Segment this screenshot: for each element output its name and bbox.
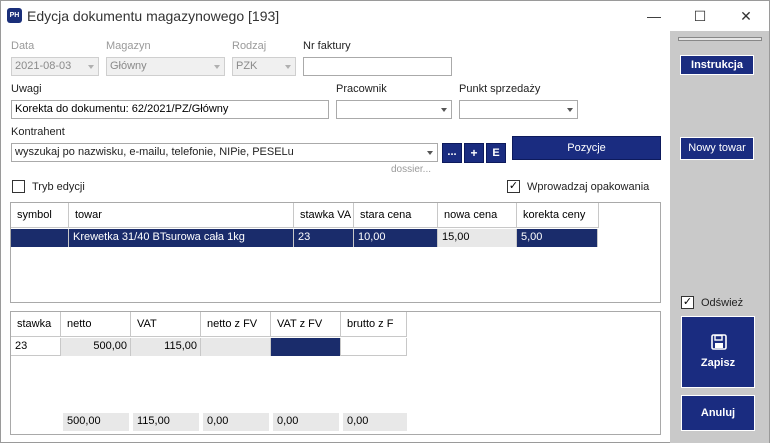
table-row[interactable]: Krewetka 31/40 BTsurowa cała 1kg 23 10,0…	[11, 229, 598, 247]
col-header-nowa-cena[interactable]: nowa cena	[438, 203, 517, 228]
col-header-symbol[interactable]: symbol	[11, 203, 69, 228]
col-header-stara-cena[interactable]: stara cena	[354, 203, 438, 228]
rodzaj-value: PZK	[236, 60, 258, 72]
magazyn-select[interactable]: Główny	[106, 57, 225, 76]
cell-vat-z-fv[interactable]	[271, 338, 341, 356]
pracownik-select[interactable]	[336, 100, 452, 119]
instrukcja-button[interactable]: Instrukcja	[680, 55, 754, 75]
chevron-down-icon	[88, 65, 94, 69]
chevron-down-icon	[214, 65, 220, 69]
kontrahent-search-input[interactable]: wyszukaj po nazwisku, e-mailu, telefonie…	[11, 143, 438, 162]
total-vat-z-fv: 0,00	[273, 413, 339, 431]
app-logo-icon: PH	[7, 8, 22, 23]
rodzaj-select[interactable]: PZK	[232, 57, 296, 76]
cell-symbol	[11, 229, 69, 247]
kontrahent-edit-button[interactable]: E	[486, 143, 506, 163]
wprowadzaj-opakowania-checkbox[interactable]: ✓	[507, 180, 520, 193]
total-netto: 500,00	[63, 413, 129, 431]
data-select[interactable]: 2021-08-03	[11, 57, 99, 76]
dossier-link[interactable]: dossier...	[391, 164, 431, 175]
col-header-netto-z-fv[interactable]: netto z FV	[201, 312, 271, 337]
cell-stara-cena: 10,00	[354, 229, 438, 247]
minimize-button[interactable]: —	[631, 1, 677, 31]
odswiez-checkbox[interactable]: ✓	[681, 296, 694, 309]
magazyn-label: Magazyn	[106, 40, 151, 52]
cell-nowa-cena[interactable]: 15,00	[438, 229, 517, 247]
chevron-down-icon	[441, 108, 447, 112]
tryb-edycji-checkbox[interactable]	[12, 180, 25, 193]
data-value: 2021-08-03	[15, 60, 72, 72]
tryb-edycji-label: Tryb edycji	[32, 181, 85, 193]
nowy-towar-button[interactable]: Nowy towar	[680, 137, 754, 160]
kontrahent-placeholder: wyszukaj po nazwisku, e-mailu, telefonie…	[15, 146, 294, 158]
totals-row: 500,00 115,00 0,00 0,00 0,00	[11, 413, 407, 431]
zapisz-label: Zapisz	[700, 357, 736, 369]
col-header-brutto-z-fv[interactable]: brutto z F	[341, 312, 407, 337]
panel-scrollbar[interactable]	[678, 37, 762, 41]
document-edit-window: PH Edycja dokumentu magazynowego [193] —…	[0, 0, 770, 443]
cell-stawka-vat: 23	[294, 229, 354, 247]
nr-faktury-input[interactable]	[303, 57, 452, 76]
cell-brutto-z-fv[interactable]	[341, 338, 407, 356]
pozycje-button[interactable]: Pozycje	[512, 136, 661, 160]
total-brutto-z-fv: 0,00	[343, 413, 407, 431]
cell-korekta-ceny: 5,00	[517, 229, 598, 247]
total-stawka	[11, 413, 61, 431]
window-title: Edycja dokumentu magazynowego [193]	[27, 8, 280, 24]
zapisz-button[interactable]: Zapisz	[681, 316, 755, 388]
wprowadzaj-opakowania-label: Wprowadzaj opakowania	[527, 181, 650, 193]
uwagi-label: Uwagi	[11, 83, 42, 95]
col-header-korekta-ceny[interactable]: korekta ceny	[517, 203, 599, 228]
col-header-towar[interactable]: towar	[69, 203, 294, 228]
col-header-netto[interactable]: netto	[61, 312, 131, 337]
cell-stawka: 23	[11, 338, 61, 356]
vat-summary-grid[interactable]: stawka netto VAT netto z FV VAT z FV bru…	[10, 311, 661, 435]
chevron-down-icon	[567, 108, 573, 112]
items-grid[interactable]: symbol towar stawka VA stara cena nowa c…	[10, 202, 661, 303]
total-vat: 115,00	[133, 413, 199, 431]
odswiez-label: Odśwież	[701, 297, 744, 309]
punkt-sprzedazy-select[interactable]	[459, 100, 578, 119]
right-action-panel: Instrukcja Nowy towar ✓ Odśwież Zapisz A…	[670, 31, 769, 443]
chevron-down-icon	[285, 65, 291, 69]
col-header-stawka[interactable]: stawka	[11, 312, 61, 337]
total-netto-z-fv: 0,00	[203, 413, 269, 431]
title-bar: PH Edycja dokumentu magazynowego [193] —…	[1, 1, 769, 31]
magazyn-value: Główny	[110, 60, 147, 72]
maximize-button[interactable]: ☐	[677, 1, 723, 31]
nr-faktury-label: Nr faktury	[303, 40, 351, 52]
col-header-stawka-vat[interactable]: stawka VA	[294, 203, 354, 228]
punkt-sprzedazy-label: Punkt sprzedaży	[459, 83, 541, 95]
data-label: Data	[11, 40, 35, 52]
cell-towar: Krewetka 31/40 BTsurowa cała 1kg	[69, 229, 294, 247]
uwagi-input[interactable]: Korekta do dokumentu: 62/2021/PZ/Główny	[11, 100, 329, 119]
close-button[interactable]: ✕	[723, 1, 769, 31]
kontrahent-add-button[interactable]: +	[464, 143, 484, 163]
save-floppy-icon	[711, 334, 727, 350]
pracownik-label: Pracownik	[336, 83, 387, 95]
cell-netto: 500,00	[61, 338, 131, 356]
rodzaj-label: Rodzaj	[232, 40, 267, 52]
col-header-vat[interactable]: VAT	[131, 312, 201, 337]
table-row[interactable]: 23 500,00 115,00	[11, 338, 407, 356]
anuluj-button[interactable]: Anuluj	[681, 395, 755, 431]
cell-vat: 115,00	[131, 338, 201, 356]
col-header-vat-z-fv[interactable]: VAT z FV	[271, 312, 341, 337]
cell-netto-z-fv[interactable]	[201, 338, 271, 356]
chevron-down-icon	[427, 151, 433, 155]
kontrahent-label: Kontrahent	[11, 126, 65, 138]
kontrahent-browse-button[interactable]: ...	[442, 143, 462, 163]
